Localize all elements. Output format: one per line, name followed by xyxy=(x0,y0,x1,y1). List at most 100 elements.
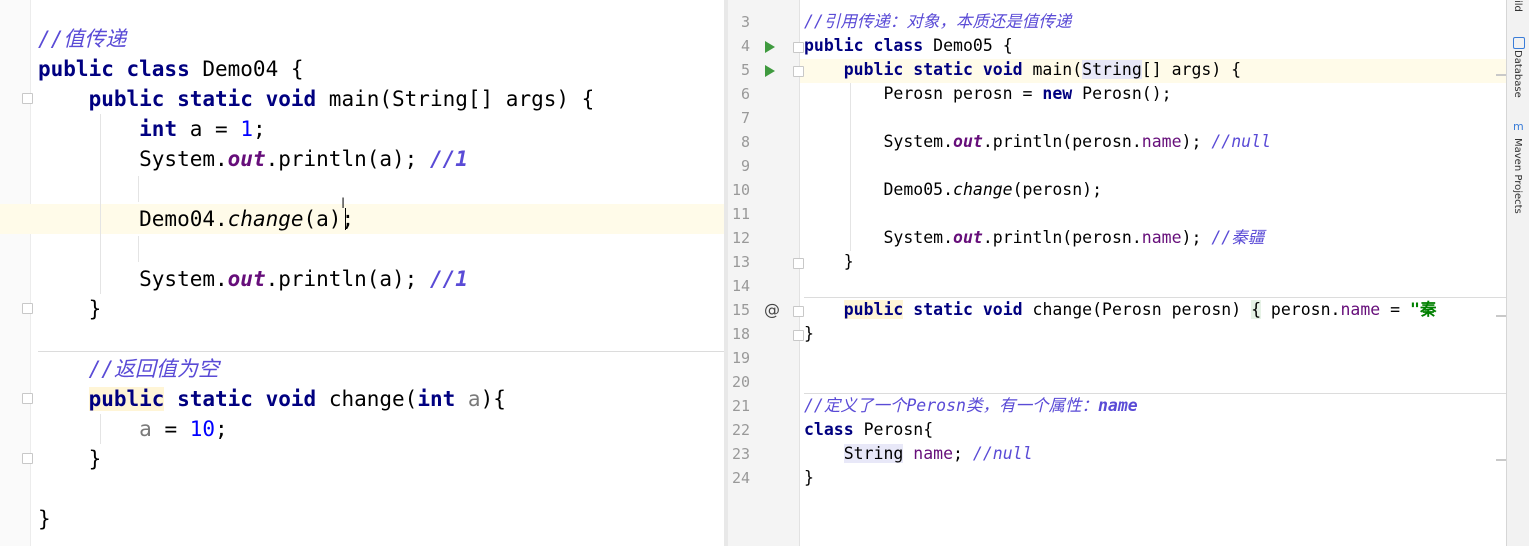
maven-projects-tab-label[interactable]: Maven Projects xyxy=(1512,138,1523,214)
fold-marker[interactable] xyxy=(793,258,804,269)
code-token: = xyxy=(1380,300,1411,319)
code-token: .println(perosn. xyxy=(982,228,1142,247)
indent-guide xyxy=(138,176,139,202)
code-line[interactable]: } xyxy=(38,504,51,534)
code-line[interactable]: int a = 1; xyxy=(38,114,266,144)
code-line[interactable]: } xyxy=(38,294,102,324)
database-tab-label[interactable]: Database xyxy=(1512,50,1523,98)
code-token: name xyxy=(1141,132,1182,151)
fold-marker[interactable] xyxy=(793,42,804,53)
code-token: //返回值为空 xyxy=(88,357,219,381)
code-line[interactable]: public class Demo04 { xyxy=(38,54,304,84)
left-gutter[interactable] xyxy=(0,0,31,546)
code-token: main(String[] args) { xyxy=(316,87,595,111)
database-icon[interactable] xyxy=(1513,37,1525,49)
line-number[interactable]: 3 xyxy=(728,10,750,34)
line-number[interactable]: 14 xyxy=(728,274,750,298)
maven-icon[interactable]: m xyxy=(1513,120,1524,133)
code-line[interactable]: } xyxy=(804,466,814,490)
line-number[interactable]: 19 xyxy=(728,346,750,370)
line-number[interactable]: 24 xyxy=(728,466,750,490)
code-line[interactable]: System.out.println(a); //1 xyxy=(38,144,468,174)
line-number[interactable]: 4 xyxy=(728,34,750,58)
code-token: System. xyxy=(804,228,954,247)
code-token: out xyxy=(953,132,983,151)
build-tab-label[interactable]: ild xyxy=(1512,0,1523,12)
code-line[interactable]: String name; //null xyxy=(804,442,1033,466)
code-line[interactable]: class Perosn{ xyxy=(804,418,933,442)
code-line[interactable]: } xyxy=(804,250,854,274)
fold-marker[interactable] xyxy=(793,330,804,341)
run-main-icon[interactable] xyxy=(765,65,775,77)
code-token: System. xyxy=(804,132,954,151)
code-line[interactable]: } xyxy=(804,322,814,346)
line-number[interactable]: 18 xyxy=(728,322,750,346)
code-token: name xyxy=(1340,300,1381,319)
line-number[interactable]: 11 xyxy=(728,202,750,226)
code-token: change(Perosn perosn) xyxy=(1022,300,1252,319)
code-line[interactable]: public static void change(int a){ xyxy=(38,384,506,414)
code-line[interactable]: System.out.println(perosn.name); //秦疆 xyxy=(804,226,1264,250)
left-editor-pane[interactable]: //值传递 public class Demo04 { public static… xyxy=(0,0,724,546)
code-line[interactable]: //返回值为空 xyxy=(38,354,219,384)
code-line[interactable]: a = 10; xyxy=(38,414,228,444)
code-line[interactable]: //定义了一个Perosn类，有一个属性：name xyxy=(804,394,1138,418)
text-caret xyxy=(345,208,346,230)
code-token: ; xyxy=(252,117,266,141)
run-class-icon[interactable] xyxy=(765,41,775,53)
code-line[interactable]: //值传递 xyxy=(38,24,126,54)
code-line[interactable]: public static void change(Perosn perosn)… xyxy=(804,298,1436,322)
code-token: main( xyxy=(1022,60,1083,79)
code-line[interactable]: Demo04.change(a); xyxy=(38,204,354,234)
line-number[interactable]: 5 xyxy=(728,58,750,82)
line-number[interactable]: 20 xyxy=(728,370,750,394)
code-line[interactable]: public static void main(String[] args) { xyxy=(804,58,1241,82)
code-token: "秦 xyxy=(1410,300,1437,319)
line-number[interactable]: 21 xyxy=(728,394,750,418)
fold-marker[interactable] xyxy=(793,306,804,317)
line-number[interactable]: 22 xyxy=(728,418,750,442)
line-number[interactable]: 7 xyxy=(728,106,750,130)
fold-marker[interactable] xyxy=(22,303,33,314)
code-token: //1 xyxy=(429,267,468,291)
code-token: 10 xyxy=(189,417,216,441)
line-number[interactable]: 13 xyxy=(728,250,750,274)
line-number[interactable]: 23 xyxy=(728,442,750,466)
code-line[interactable]: } xyxy=(38,444,102,474)
code-line[interactable]: Demo05.change(perosn); xyxy=(804,178,1102,202)
code-token: } xyxy=(38,447,102,471)
line-number[interactable]: 9 xyxy=(728,154,750,178)
code-token: static void xyxy=(913,300,1023,319)
code-token: int xyxy=(139,117,178,141)
fold-marker[interactable] xyxy=(793,66,804,77)
code-line[interactable]: //引用传递：对象，本质还是值传递 xyxy=(804,10,1071,34)
code-token: ; xyxy=(215,417,228,441)
code-token: perosn. xyxy=(1261,300,1341,319)
fold-marker[interactable] xyxy=(22,93,33,104)
code-line[interactable]: public static void main(String[] args) { xyxy=(38,84,595,114)
code-token: System. xyxy=(38,147,228,171)
code-line[interactable]: Perosn perosn = new Perosn(); xyxy=(804,82,1171,106)
override-marker-icon[interactable]: @ xyxy=(764,300,780,319)
code-line[interactable]: System.out.println(a); //1 xyxy=(38,264,468,294)
line-number[interactable]: 12 xyxy=(728,226,750,250)
line-number[interactable]: 15 xyxy=(728,298,750,322)
line-number[interactable]: 6 xyxy=(728,82,750,106)
code-line[interactable]: System.out.println(perosn.name); //null xyxy=(804,130,1270,154)
code-token: public class xyxy=(38,57,190,81)
fold-marker[interactable] xyxy=(22,393,33,404)
line-number[interactable]: 8 xyxy=(728,130,750,154)
code-token: [] args) { xyxy=(1141,60,1242,79)
line-number[interactable]: 10 xyxy=(728,178,750,202)
code-line[interactable]: public class Demo05 { xyxy=(804,34,1013,58)
right-editor-pane[interactable]: 3 4 5 6 7 8 9 10 11 12 13 14 15 18 19 20 21 22 23 24 @ //引用… xyxy=(728,0,1506,546)
code-token: class xyxy=(804,420,854,439)
fold-marker[interactable] xyxy=(22,453,33,464)
